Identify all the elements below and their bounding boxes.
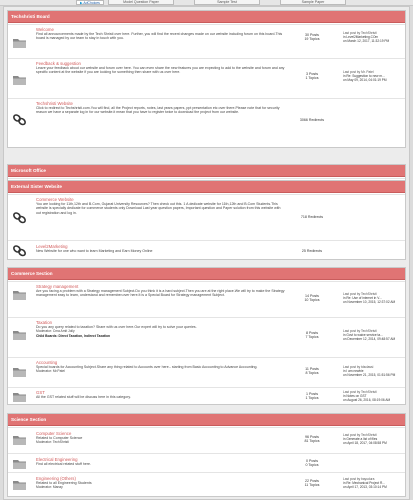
board-row-gst: GST All the GST related stuff will be di…: [8, 387, 405, 405]
ad-tab-model-question-paper[interactable]: Model Question Paper: [108, 0, 174, 5]
last-post-date: on December 12, 2014, 09:48:57 AM: [343, 336, 396, 341]
last-post-date: on March 12, 2017, 11:32:19 PM: [343, 38, 390, 43]
board-description: You are looking for 11th,12th and B.Com,…: [36, 202, 281, 215]
category-external-sister-website: External Sister Website Commerce Website…: [7, 180, 406, 260]
topic-count: 1 Topics: [305, 76, 319, 81]
topic-count: 0 Topics: [305, 463, 319, 468]
category-title[interactable]: External Sister Website: [8, 181, 405, 193]
board-description: Find all announcements made by the Tech …: [36, 32, 283, 41]
last-post-date: on April 17, 2013, 03:10:14 PM: [343, 484, 387, 489]
board-moderator[interactable]: Moderator: TechShristi: [36, 440, 286, 444]
category-science-section: Science Section Computer Science Related…: [7, 413, 406, 497]
category-techshristi-board: Techshristi Board Welcome Find all annou…: [7, 10, 406, 148]
board-description: Click to redirect to Techshristi.com.You…: [36, 106, 280, 115]
topic-count: 81 Topics: [304, 439, 320, 444]
topic-count: 11 Topics: [304, 483, 320, 488]
category-commerce-section: Commerce Section Strategy management Are…: [7, 267, 406, 405]
board-description: Find all electrical related stuff here.: [36, 462, 91, 466]
folder-icon[interactable]: [12, 433, 27, 446]
child-boards-list[interactable]: Child Boards: Direct Taxation, Indirect …: [36, 334, 110, 338]
folder-icon[interactable]: [12, 478, 27, 491]
board-row-computer-science: Computer Science Related to Computer Sci…: [8, 427, 405, 453]
category-title[interactable]: Microsoft Office: [8, 165, 405, 177]
board-row-engineering-others: Engineering (Others) Related to all Engi…: [8, 472, 405, 497]
board-row-welcome: Welcome Find all announcements made by t…: [8, 24, 405, 58]
last-post-date: on November 10, 2015, 12:37:02 AM: [343, 299, 396, 304]
ad-tab-sample-paper[interactable]: Sample Paper: [280, 0, 346, 5]
redirect-link-icon[interactable]: [12, 113, 27, 126]
board-moderator[interactable]: Moderator: Mr.Patel: [36, 369, 286, 373]
last-post-date: on November 21, 2015, 01:51:56 PM: [343, 372, 396, 377]
redirect-count: 718 Redirects: [300, 215, 324, 219]
board-description: Are you facing a problem with a Strategy…: [36, 289, 285, 298]
folder-icon[interactable]: [12, 365, 27, 378]
last-post-date: on May 09, 2014, 04:01:19 PM: [343, 77, 387, 82]
last-post-date: on April 18, 2017, 04:08:58 PM: [343, 440, 387, 445]
ad-choices-label: AdChoices: [83, 1, 100, 5]
category-title[interactable]: Science Section: [8, 414, 405, 426]
folder-icon[interactable]: [12, 36, 27, 49]
board-row-strategy-management: Strategy management Are you facing a pro…: [8, 281, 405, 317]
board-moderator[interactable]: Moderator: Manay: [36, 485, 286, 489]
board-row-electrical-engineering: Electrical Engineering Find all electric…: [8, 453, 405, 472]
ad-choices-badge[interactable]: ▶ AdChoices: [76, 0, 104, 5]
category-title[interactable]: Commerce Section: [8, 268, 405, 280]
topic-count: 8 Topics: [305, 371, 319, 376]
board-row-feedback: Feedback & suggestion Leave your feedbac…: [8, 58, 405, 98]
redirect-count: 3066 Redirects: [299, 118, 325, 122]
folder-icon[interactable]: [12, 390, 27, 403]
folder-icon[interactable]: [12, 288, 27, 301]
category-title[interactable]: Techshristi Board: [8, 11, 405, 23]
board-row-taxation: Taxation Do you any query related to tax…: [8, 317, 405, 357]
board-row-accounting: Accounting Special boards for Accounting…: [8, 357, 405, 387]
redirect-link-icon[interactable]: [12, 244, 27, 257]
board-description: Leave your feedback about our website an…: [36, 66, 285, 75]
topic-count: 7 Topics: [305, 335, 319, 340]
topic-count: 19 Topics: [304, 37, 320, 42]
ad-tab-sample-test[interactable]: Sample Test: [194, 0, 260, 5]
board-description: Special boards for Accounting Subject.Sh…: [36, 365, 258, 369]
redirect-link-icon[interactable]: [12, 211, 27, 224]
folder-icon[interactable]: [12, 457, 27, 470]
board-row-level2marketing: Level2Marketing New Website for one who …: [8, 240, 405, 260]
redirect-count: 25 Redirects: [301, 249, 323, 253]
topic-count: 1 Topics: [305, 396, 319, 401]
folder-icon[interactable]: [12, 73, 27, 86]
board-description: New Website for one who want to learn Ma…: [36, 249, 153, 253]
board-row-techshristi-website: Techshristi Website Click to redirect to…: [8, 98, 405, 148]
folder-icon[interactable]: [12, 328, 27, 341]
topic-count: 10 Topics: [304, 298, 320, 303]
last-post-date: on August 26, 2016, 08:19:06 AM: [343, 397, 391, 402]
board-description: All the GST related stuff will be discus…: [36, 395, 131, 399]
board-row-commerce-website: Commerce Website You are looking for 11t…: [8, 194, 405, 240]
